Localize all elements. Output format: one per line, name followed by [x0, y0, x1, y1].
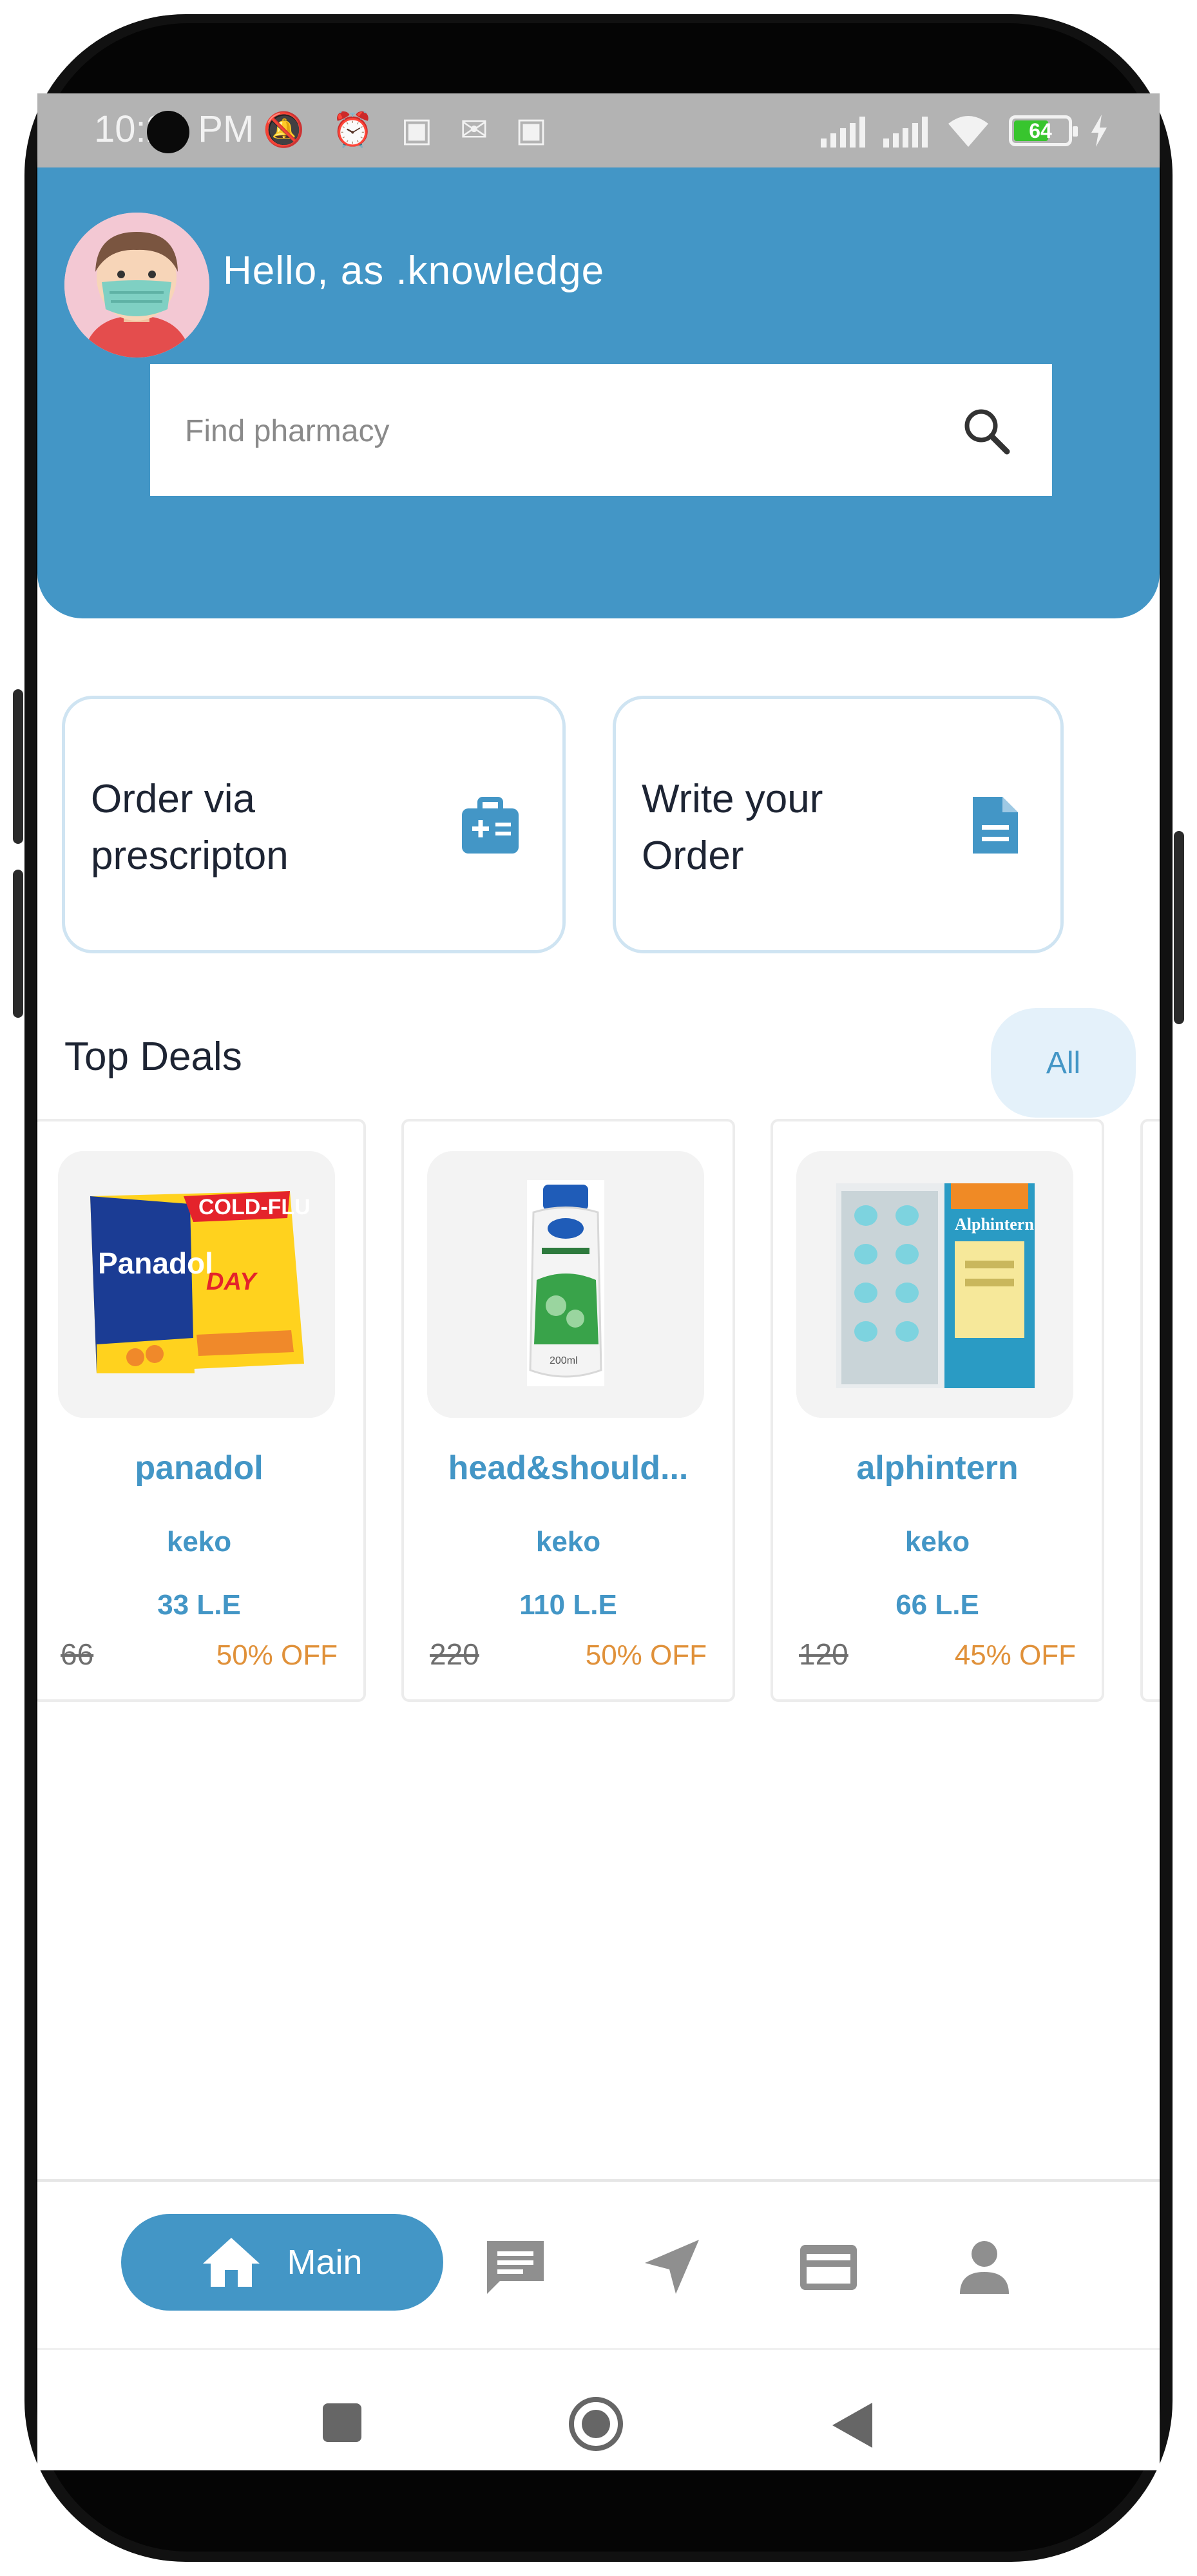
- avatar[interactable]: [64, 213, 209, 358]
- all-deals-button[interactable]: All: [991, 1008, 1136, 1118]
- product-old-price: 120: [799, 1637, 848, 1671]
- product-card-partial[interactable]: [1140, 1119, 1160, 1702]
- product-discount: 50% OFF: [216, 1639, 338, 1671]
- navigation-icon[interactable]: [640, 2235, 704, 2299]
- product-price: 110 L.E: [519, 1589, 617, 1621]
- status-bar: 10:24 PM 🔕 ⏰ ▣ ✉ ▣ 64: [37, 93, 1160, 167]
- product-card[interactable]: Alphintern alphintern keko 66 L.E 120 45…: [771, 1119, 1104, 1702]
- battery-icon: 64: [1009, 115, 1078, 146]
- side-button-left-top: [13, 689, 23, 844]
- svg-text:DAY: DAY: [206, 1268, 258, 1295]
- product-card[interactable]: 200ml head&should... keko 110 L.E 220 50…: [401, 1119, 735, 1702]
- product-price: 66 L.E: [895, 1589, 979, 1621]
- product-name: alphintern: [856, 1449, 1019, 1487]
- product-image: 200ml: [427, 1151, 704, 1418]
- svg-text:200ml: 200ml: [550, 1355, 578, 1366]
- product-old-price: 220: [430, 1637, 479, 1671]
- profile-icon[interactable]: [952, 2235, 1017, 2299]
- wifi-icon: [948, 116, 988, 147]
- system-navigation-bar: [37, 2348, 1160, 2470]
- product-seller: keko: [166, 1526, 232, 1558]
- message-icon: ✉: [460, 111, 497, 149]
- product-price: 33 L.E: [157, 1589, 241, 1621]
- recent-apps-icon[interactable]: [321, 2401, 363, 2444]
- status-notification-icons: 🔕 ⏰ ▣ ✉ ▣: [263, 110, 556, 149]
- svg-text:COLD-FLU: COLD-FLU: [198, 1195, 311, 1219]
- product-seller: keko: [905, 1526, 970, 1558]
- product-image: COLD-FLU Panadol DAY: [58, 1151, 335, 1418]
- product-discount: 45% OFF: [954, 1639, 1076, 1671]
- write-your-order-card[interactable]: Write your Order: [613, 696, 1064, 953]
- status-right: 64: [821, 111, 1108, 150]
- battery-level: 64: [1029, 119, 1052, 142]
- home-button-icon[interactable]: [567, 2395, 625, 2453]
- order-via-prescription-label: Order via prescripton: [91, 777, 289, 878]
- svg-text:Panadol: Panadol: [98, 1246, 213, 1280]
- document-icon: [973, 797, 1018, 854]
- product-discount: 50% OFF: [585, 1639, 707, 1671]
- greeting-text: Hello, as .knowledge: [223, 249, 605, 293]
- search-icon[interactable]: [958, 403, 1015, 459]
- nav-main-label: Main: [287, 2243, 363, 2282]
- side-button-right: [1174, 831, 1184, 1024]
- card-icon[interactable]: [796, 2235, 861, 2299]
- product-image: Alphintern: [796, 1151, 1073, 1418]
- mute-icon: 🔕: [263, 111, 314, 149]
- chat-icon[interactable]: [483, 2235, 548, 2299]
- order-via-prescription-card[interactable]: Order via prescripton: [62, 696, 566, 953]
- notification-icon: ▣: [401, 111, 442, 149]
- bottom-navigation: Main: [37, 2179, 1160, 2349]
- product-seller: keko: [535, 1526, 601, 1558]
- write-your-order-label: Write your Order: [642, 777, 823, 878]
- top-deals-title: Top Deals: [64, 1035, 242, 1079]
- front-camera: [147, 111, 189, 153]
- search-input[interactable]: [184, 401, 927, 461]
- product-old-price: 66: [61, 1637, 94, 1671]
- signal-icon: [883, 114, 928, 148]
- product-name: panadol: [135, 1449, 263, 1487]
- home-icon: [203, 2238, 260, 2287]
- nav-main-button[interactable]: Main: [121, 2214, 443, 2311]
- side-button-left-bottom: [13, 870, 23, 1018]
- signal-icon: [821, 114, 865, 148]
- notification-icon: ▣: [515, 111, 557, 149]
- back-icon[interactable]: [830, 2401, 875, 2449]
- product-card[interactable]: COLD-FLU Panadol DAY panadol keko 33 L.E…: [37, 1119, 366, 1702]
- product-name: head&should...: [448, 1449, 689, 1487]
- app-screen: 10:24 PM 🔕 ⏰ ▣ ✉ ▣ 64 Hello, as .knowled…: [37, 93, 1160, 2470]
- medical-kit-icon: [462, 797, 519, 854]
- svg-text:Alphintern: Alphintern: [955, 1215, 1034, 1234]
- charging-icon: [1091, 115, 1107, 147]
- search-bar[interactable]: [150, 364, 1052, 496]
- alarm-icon: ⏰: [332, 111, 383, 149]
